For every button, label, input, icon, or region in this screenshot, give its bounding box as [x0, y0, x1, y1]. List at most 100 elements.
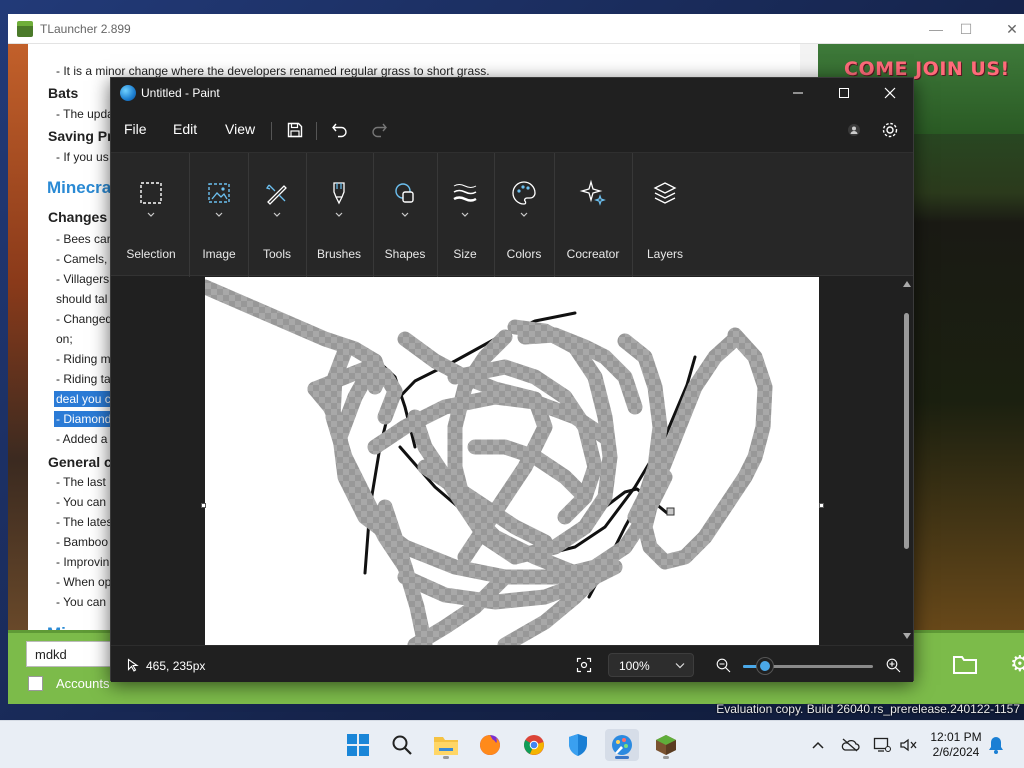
news-line: - Riding ta — [56, 372, 111, 386]
news-line: - The last — [56, 475, 106, 489]
ribbon-tools[interactable]: Tools — [249, 153, 305, 277]
drawing-canvas[interactable] — [205, 277, 819, 645]
taskbar-paint[interactable] — [605, 729, 639, 761]
zoom-value: 100% — [619, 659, 650, 673]
menu-edit[interactable]: Edit — [173, 121, 197, 137]
taskbar-tlauncher[interactable] — [649, 729, 683, 761]
zoom-dropdown[interactable]: 100% — [608, 653, 694, 677]
ribbon-label: Selection — [126, 247, 176, 261]
canvas-resize-handle[interactable] — [819, 503, 824, 508]
ribbon-size[interactable]: Size — [438, 153, 492, 277]
evaluation-watermark: Evaluation copy. Build 26040.rs_prerelea… — [716, 702, 1020, 716]
taskbar: 12:01 PM 2/6/2024 — [0, 720, 1024, 768]
canvas-drawing — [205, 279, 773, 645]
start-button[interactable] — [341, 729, 375, 761]
pointer-icon — [127, 658, 139, 672]
save-icon[interactable] — [282, 118, 308, 142]
zoom-out-icon[interactable] — [716, 658, 731, 673]
ribbon-cocreator[interactable]: Cocreator — [555, 153, 631, 277]
selection-icon — [140, 182, 162, 204]
news-line: - Bamboo — [56, 535, 109, 549]
news-line: - Camels, — [56, 252, 108, 266]
tlauncher-left-art — [8, 44, 28, 640]
chevron-down-icon — [675, 663, 685, 669]
clock-time: 12:01 PM — [930, 730, 982, 744]
scroll-down-icon[interactable] — [903, 633, 911, 639]
folder-icon[interactable] — [952, 653, 978, 675]
search-button[interactable] — [385, 729, 419, 761]
maximize-icon[interactable] — [821, 78, 867, 108]
settings-icon[interactable] — [877, 118, 903, 142]
tlauncher-titlebar[interactable]: TLauncher 2.899 — ☐ ✕ — [8, 14, 1024, 44]
accounts-checkbox[interactable] — [28, 676, 43, 691]
zoom-slider[interactable] — [743, 658, 873, 674]
ribbon-selection[interactable]: Selection — [119, 153, 183, 277]
zoom-slider-thumb[interactable] — [757, 658, 774, 674]
account-icon[interactable] — [841, 118, 867, 142]
size-icon — [453, 184, 477, 202]
ribbon-label: Shapes — [384, 247, 426, 261]
ribbon-label: Layers — [646, 247, 684, 261]
volume-muted-icon[interactable] — [898, 735, 918, 755]
chevron-down-icon — [461, 212, 469, 217]
canvas-resize-handle[interactable] — [201, 503, 206, 508]
news-line: - Added a — [56, 432, 108, 446]
ribbon-colors[interactable]: Colors — [495, 153, 553, 277]
news-line: - The lates — [56, 515, 113, 529]
ribbon-layers[interactable]: Layers — [633, 153, 697, 277]
close-icon[interactable] — [867, 78, 913, 108]
accounts-label: Accounts — [56, 676, 110, 691]
system-clock[interactable]: 12:01 PM 2/6/2024 — [921, 730, 991, 760]
zoom-in-icon[interactable] — [886, 658, 901, 673]
ribbon-label: Brushes — [316, 247, 362, 261]
taskbar-firefox[interactable] — [473, 729, 507, 761]
tlauncher-logo-icon — [17, 21, 33, 37]
image-icon — [208, 183, 230, 203]
shapes-icon — [395, 183, 414, 203]
minecraft-block-icon — [656, 735, 676, 755]
tray-overflow-icon[interactable] — [808, 735, 828, 755]
ribbon-label: Tools — [262, 247, 291, 261]
network-icon[interactable] — [872, 735, 892, 755]
sparkle-icon — [579, 179, 606, 206]
chevron-down-icon — [401, 212, 409, 217]
paint-titlebar[interactable]: Untitled - Paint — [111, 78, 913, 108]
settings-gear-icon[interactable]: ⚙ — [1010, 653, 1024, 677]
vertical-scrollbar[interactable] — [901, 277, 913, 645]
minimize-icon[interactable] — [775, 78, 821, 108]
paint-app-icon — [612, 735, 632, 755]
redo-icon[interactable] — [366, 118, 392, 142]
undo-icon[interactable] — [327, 118, 353, 142]
paint-menubar: File Edit View — [111, 112, 913, 146]
scroll-up-icon[interactable] — [903, 281, 911, 287]
taskbar-defender[interactable] — [561, 729, 595, 761]
ribbon-image[interactable]: Image — [191, 153, 247, 277]
tools-icon — [265, 184, 287, 205]
scroll-thumb[interactable] — [904, 313, 909, 549]
close-icon[interactable]: ✕ — [992, 18, 1024, 40]
firefox-icon — [480, 735, 500, 755]
taskbar-file-explorer[interactable] — [429, 729, 463, 761]
ribbon-brushes[interactable]: Brushes — [307, 153, 371, 277]
chevron-down-icon — [273, 212, 281, 217]
fit-to-window-icon[interactable] — [576, 657, 592, 673]
news-line: - You can — [56, 495, 107, 509]
menu-divider — [316, 122, 317, 140]
news-line: - Changed — [56, 312, 113, 326]
news-heading: Saving Pr — [48, 128, 113, 144]
menu-view[interactable]: View — [225, 121, 255, 137]
tlauncher-title: TLauncher 2.899 — [40, 22, 131, 36]
news-line: should tal — [56, 292, 108, 306]
maximize-icon[interactable]: ☐ — [946, 18, 986, 40]
taskbar-chrome[interactable] — [517, 729, 551, 761]
news-line: - Diamond — [54, 411, 114, 427]
ribbon-shapes[interactable]: Shapes — [374, 153, 436, 277]
folder-icon — [434, 737, 458, 755]
news-heading: Minecra — [47, 178, 112, 197]
notification-bell-icon[interactable] — [986, 735, 1006, 755]
onedrive-icon[interactable] — [840, 735, 860, 755]
active-indicator — [615, 756, 629, 759]
news-line: - Riding m — [56, 352, 111, 366]
paint-app-icon — [120, 85, 136, 101]
menu-file[interactable]: File — [124, 121, 147, 137]
